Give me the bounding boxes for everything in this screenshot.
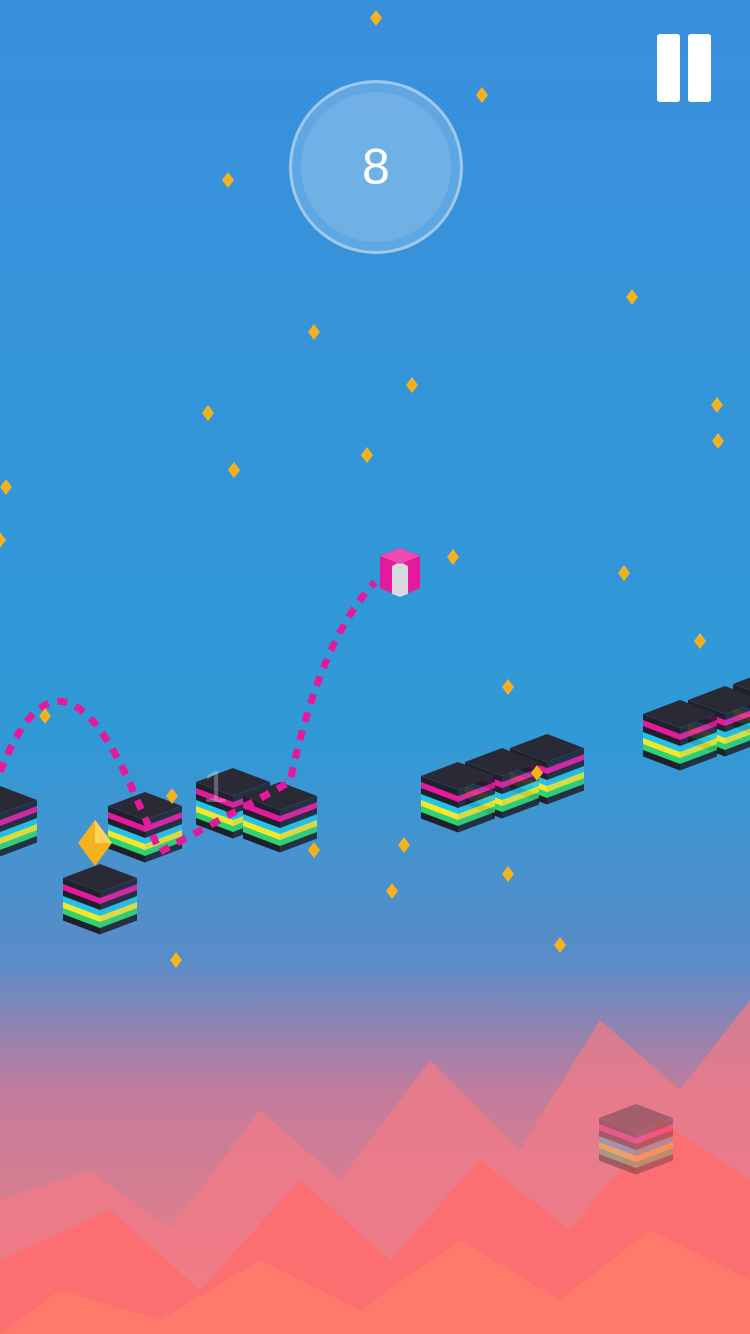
- diamond-icon: [166, 788, 178, 804]
- diamond-icon: [370, 10, 382, 26]
- diamond-icon: [712, 433, 724, 449]
- diamond-icon: [502, 679, 514, 695]
- diamond-icon: [202, 405, 214, 421]
- diamond-icon: [0, 479, 12, 495]
- diamond-icon: [170, 952, 182, 968]
- diamond-icon: [308, 324, 320, 340]
- game-stage[interactable]: 8 1: [0, 0, 750, 1334]
- stack-block: [108, 792, 182, 863]
- diamond-icon: [618, 565, 630, 581]
- diamond-icon: [39, 708, 51, 724]
- diamond-icon: [386, 883, 398, 899]
- diamond-icon: [554, 937, 566, 953]
- diamond-icon: [228, 462, 240, 478]
- diamond-icon: [0, 532, 6, 548]
- diamond-icon: [361, 447, 373, 463]
- stack-block: [643, 700, 717, 771]
- diamond-icon: [476, 87, 488, 103]
- stack-block: [0, 786, 37, 857]
- stack-block: [63, 864, 137, 935]
- diamond-icon: [531, 765, 543, 781]
- player-cube[interactable]: [380, 548, 420, 597]
- diamond-icon: [308, 842, 320, 858]
- score-circle: 8: [289, 80, 463, 254]
- diamond-icon: [711, 397, 723, 413]
- diamond-icon: [447, 549, 459, 565]
- jump-trail: [0, 582, 375, 852]
- stack-block: [599, 1104, 673, 1175]
- combo-popup: 1: [203, 765, 227, 809]
- diamond-icon: [398, 837, 410, 853]
- diamond-icon: [626, 289, 638, 305]
- diamond-icon: [406, 377, 418, 393]
- diamond-icon: [222, 172, 234, 188]
- stack-block: [243, 782, 317, 853]
- diamond-icon: [502, 866, 514, 882]
- score-text: 8: [362, 142, 390, 192]
- diamond-icon: [694, 633, 706, 649]
- diamond-icon: [78, 820, 112, 866]
- pause-icon[interactable]: [657, 34, 711, 102]
- mountains: [0, 1000, 750, 1334]
- stack-block: [421, 762, 495, 833]
